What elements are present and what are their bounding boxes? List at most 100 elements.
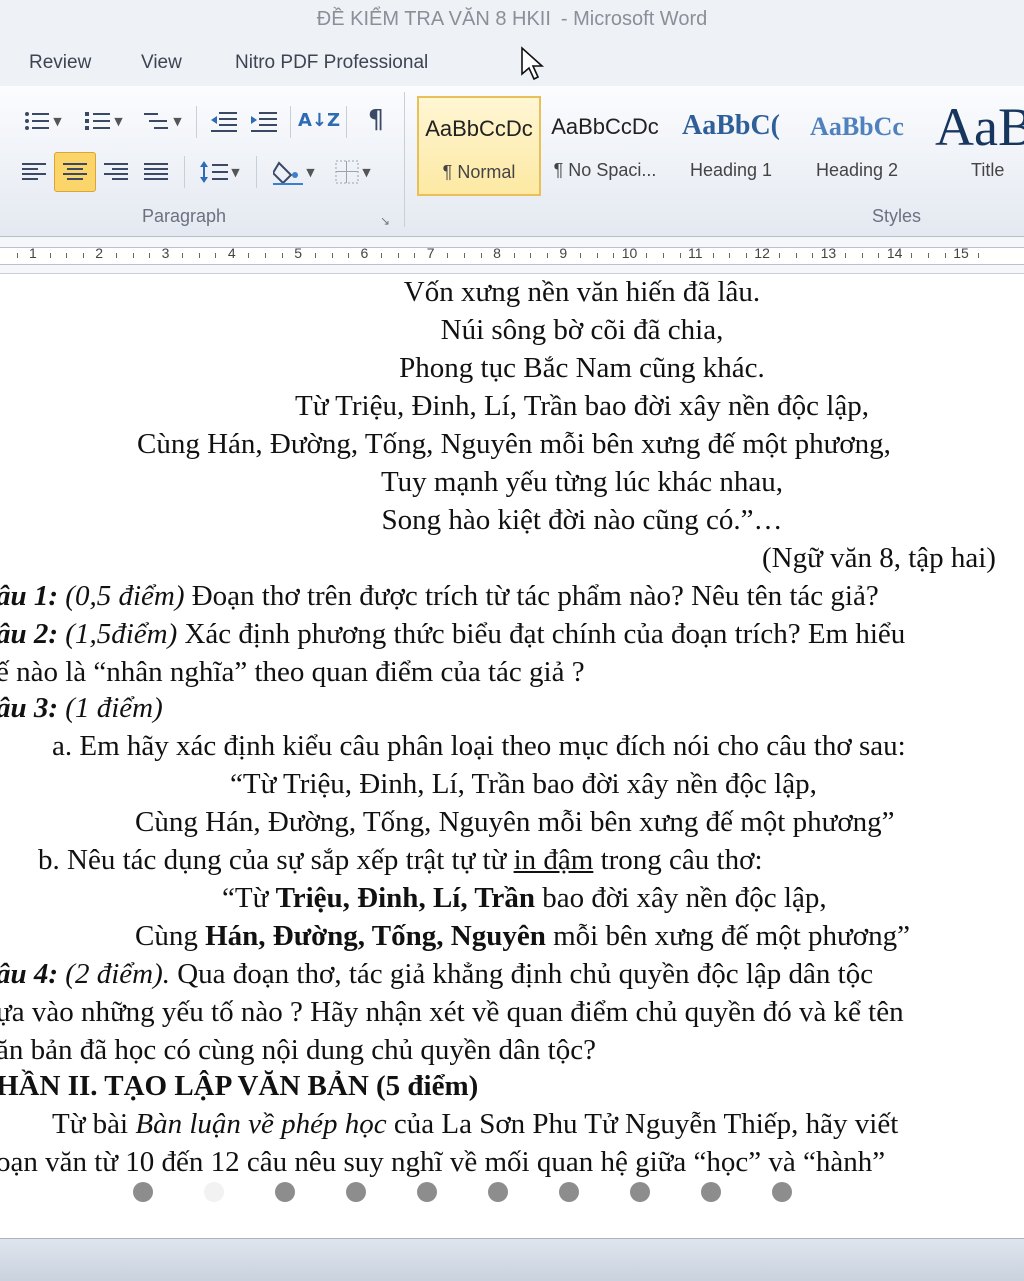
ruler-tick bbox=[546, 253, 548, 258]
ruler-tick bbox=[480, 253, 482, 258]
align-center-button[interactable] bbox=[54, 152, 96, 192]
ruler-tick bbox=[596, 253, 598, 258]
style-name: Heading 2 bbox=[815, 160, 899, 180]
ribbon: ▼ ▼ ▼ A↓Z ¶ ▼ ▼ ▼ Paragraph ↘ AaBbCcDc ¶… bbox=[0, 86, 1024, 237]
slide-dot[interactable] bbox=[772, 1182, 792, 1202]
style-heading-2[interactable]: AaBbCc Heading 2 bbox=[795, 96, 919, 196]
ruler-tick bbox=[513, 253, 515, 258]
ruler-tick bbox=[745, 253, 747, 258]
part-2-prompt-continued: oạn văn từ 10 đến 12 câu nêu suy nghĩ về… bbox=[0, 1146, 886, 1178]
multilevel-list-button[interactable]: ▼ bbox=[138, 104, 188, 138]
bullets-button[interactable]: ▼ bbox=[18, 104, 68, 138]
question-3a: a. Em hãy xác định kiểu câu phân loại th… bbox=[52, 730, 906, 762]
decrease-indent-button[interactable] bbox=[205, 104, 243, 138]
ruler-tick bbox=[182, 253, 184, 258]
style-normal[interactable]: AaBbCcDc ¶ Normal bbox=[417, 96, 541, 196]
tab-nitro-pdf[interactable]: Nitro PDF Professional bbox=[235, 52, 428, 74]
ruler-tick bbox=[464, 253, 466, 258]
question-label: âu 4: bbox=[0, 958, 59, 990]
slide-dot[interactable] bbox=[417, 1182, 437, 1202]
align-center-icon bbox=[63, 163, 87, 180]
ruler-number: 5 bbox=[294, 245, 302, 261]
document-page[interactable]: Vốn xưng nền văn hiến đã lâu. Núi sông b… bbox=[0, 274, 1024, 1198]
ruler-number: 15 bbox=[953, 245, 969, 261]
horizontal-ruler[interactable]: 1 2 3 4 5 6 7 8 9 10 11 12 13 14 15 bbox=[0, 237, 1024, 274]
slide-dot[interactable] bbox=[346, 1182, 366, 1202]
ruler-tick bbox=[861, 253, 863, 258]
align-left-icon bbox=[22, 163, 46, 180]
show-formatting-button[interactable]: ¶ bbox=[356, 102, 396, 138]
style-no-spacing[interactable]: AaBbCcDc ¶ No Spaci... bbox=[543, 96, 667, 196]
ruler-number: 12 bbox=[754, 245, 770, 261]
borders-button[interactable]: ▼ bbox=[326, 154, 380, 190]
part-2-prompt: Từ bài Bàn luận về phép học của La Sơn P… bbox=[52, 1108, 898, 1141]
shading-button[interactable]: ▼ bbox=[266, 154, 322, 190]
text-segment: của La Sơn Phu Tử Nguyễn Thiếp, hãy viết bbox=[386, 1108, 899, 1140]
slide-dot[interactable] bbox=[559, 1182, 579, 1202]
ruler-tick bbox=[977, 253, 979, 258]
borders-icon bbox=[335, 160, 359, 184]
ruler-tick bbox=[613, 253, 615, 258]
line-spacing-icon bbox=[200, 161, 229, 183]
poem-line: Núi sông bờ cõi đã chia, bbox=[440, 314, 724, 346]
sort-button[interactable]: A↓Z bbox=[298, 102, 340, 138]
style-heading-1[interactable]: AaBbC( Heading 1 bbox=[669, 96, 793, 196]
ruler-tick bbox=[132, 253, 134, 258]
ruler-tick bbox=[281, 253, 283, 258]
divider bbox=[256, 156, 257, 188]
italic-text: Bàn luận về phép học bbox=[135, 1108, 387, 1140]
increase-indent-button[interactable] bbox=[245, 104, 283, 138]
divider bbox=[346, 106, 347, 138]
window-title: ĐỀ KIỂM TRA VĂN 8 HKII - Microsoft Word bbox=[0, 8, 1024, 31]
align-right-button[interactable] bbox=[98, 154, 134, 190]
ruler-tick bbox=[944, 253, 946, 258]
ruler-number: 13 bbox=[820, 245, 837, 261]
slide-dot[interactable] bbox=[133, 1182, 153, 1202]
ruler-tick bbox=[795, 253, 797, 258]
slide-dot-active[interactable] bbox=[204, 1182, 224, 1202]
text-segment: “Từ bbox=[222, 882, 276, 914]
ruler-number: 3 bbox=[161, 245, 170, 261]
dialog-launcher-icon[interactable]: ↘ bbox=[380, 214, 390, 228]
chevron-down-icon: ▼ bbox=[114, 114, 123, 128]
ruler-strip bbox=[0, 247, 1024, 265]
ruler-tick bbox=[265, 253, 267, 258]
ruler-number: 14 bbox=[886, 245, 903, 261]
numbering-button[interactable]: ▼ bbox=[78, 104, 130, 138]
styles-gallery: AaBbCcDc ¶ Normal AaBbCcDc ¶ No Spaci...… bbox=[413, 96, 1024, 196]
text-segment: bao đời xây nền độc lập, bbox=[535, 882, 827, 914]
question-2: âu 2: (1,5điểm) Xác định phương thức biể… bbox=[0, 618, 905, 651]
question-points: (1 điểm) bbox=[58, 692, 163, 724]
ruler-tick bbox=[248, 253, 250, 258]
line-spacing-button[interactable]: ▼ bbox=[194, 154, 246, 190]
slide-dot[interactable] bbox=[701, 1182, 721, 1202]
align-right-icon bbox=[104, 163, 128, 180]
chevron-down-icon: ▼ bbox=[53, 114, 62, 128]
ruler-number: 8 bbox=[493, 245, 501, 261]
ruler-tick bbox=[447, 253, 449, 258]
slide-dot[interactable] bbox=[630, 1182, 650, 1202]
slide-dot[interactable] bbox=[275, 1182, 295, 1202]
style-title[interactable]: AaB Title bbox=[921, 96, 1024, 196]
ruler-tick bbox=[115, 253, 117, 258]
document-name: ĐỀ KIỂM TRA VĂN 8 HKII bbox=[316, 8, 551, 30]
align-left-button[interactable] bbox=[16, 154, 52, 190]
quote-line: Cùng Hán, Đường, Tống, Nguyên mỗi bên xư… bbox=[135, 920, 910, 953]
question-points: (0,5 điểm) bbox=[58, 580, 192, 612]
bold-text: Hán, Đường, Tống, Nguyên bbox=[205, 920, 546, 952]
pilcrow-icon: ¶ bbox=[367, 105, 385, 135]
ruler-tick bbox=[397, 253, 399, 258]
ruler-tick bbox=[66, 253, 68, 258]
slide-dots bbox=[0, 1178, 1024, 1204]
slide-dot[interactable] bbox=[488, 1182, 508, 1202]
status-bar bbox=[0, 1238, 1024, 1281]
ruler-number: 9 bbox=[559, 245, 568, 261]
mouse-pointer-icon bbox=[521, 46, 545, 81]
ruler-tick bbox=[314, 253, 316, 258]
tab-review[interactable]: Review bbox=[29, 52, 91, 74]
justify-button[interactable] bbox=[138, 154, 174, 190]
ruler-number: 10 bbox=[621, 245, 638, 261]
ruler-tick bbox=[215, 253, 217, 258]
ruler-tick bbox=[82, 253, 84, 258]
tab-view[interactable]: View bbox=[141, 52, 182, 74]
